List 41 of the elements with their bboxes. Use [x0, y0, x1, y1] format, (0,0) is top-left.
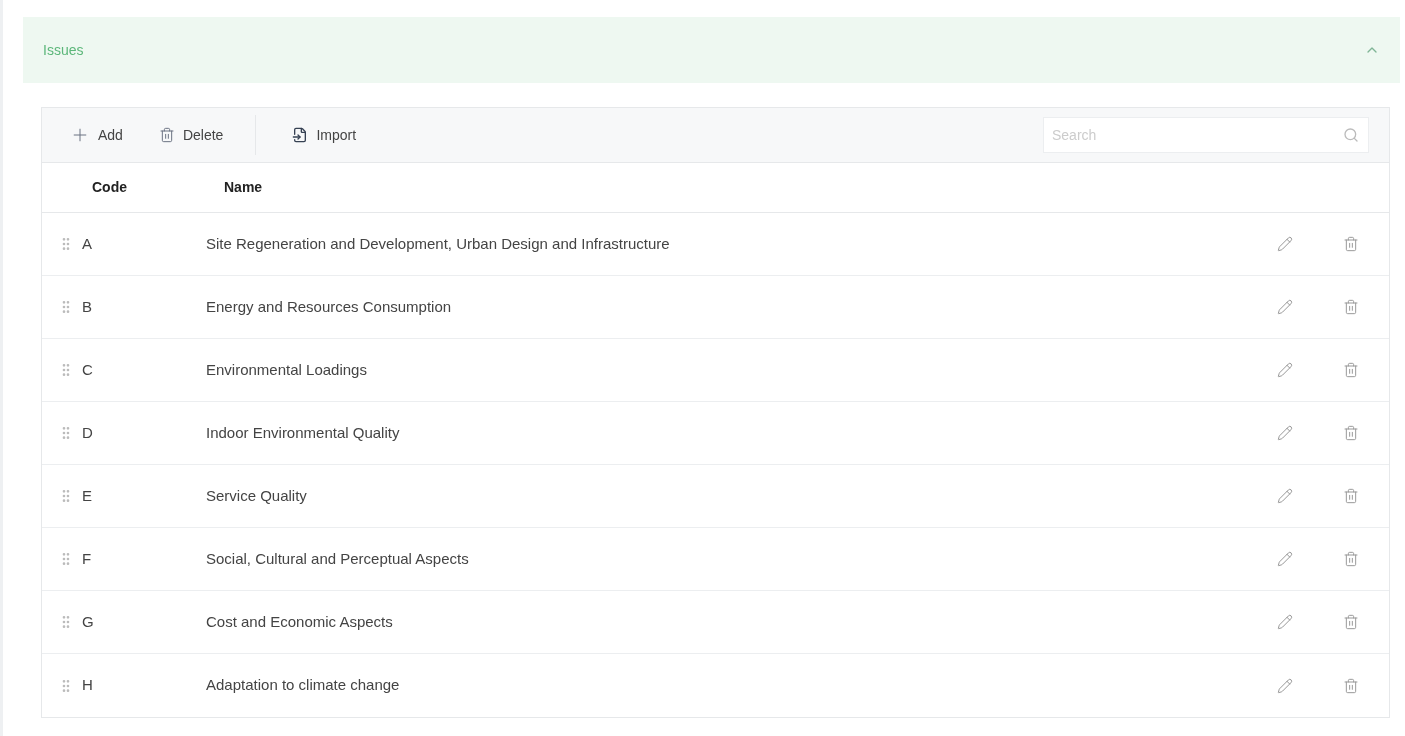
table-cell-text: Service Quality [206, 485, 308, 506]
table-cell-text: C [82, 359, 94, 380]
panel-title: Issues [43, 40, 84, 60]
table-cell-text: F [82, 548, 93, 569]
add-button[interactable]: Add [70, 124, 123, 146]
pencil-icon[interactable] [1277, 362, 1293, 378]
table-cell-text: D [82, 422, 94, 443]
trash-icon[interactable] [1343, 362, 1359, 378]
column-header: Name [224, 178, 263, 197]
table-cell-text: A [82, 233, 93, 254]
trash-icon[interactable] [1343, 551, 1359, 567]
delete-button[interactable]: Delete [158, 115, 257, 155]
table-cell-text: Environmental Loadings [206, 359, 368, 380]
table-cell-text: B [82, 296, 93, 317]
pencil-icon[interactable] [1277, 488, 1293, 504]
pencil-icon[interactable] [1277, 551, 1293, 567]
table-cell-text: Cost and Economic Aspects [206, 611, 394, 632]
trash-icon[interactable] [1343, 677, 1359, 694]
trash-icon[interactable] [1343, 236, 1359, 252]
trash-icon[interactable] [1343, 488, 1359, 504]
pencil-icon[interactable] [1277, 425, 1293, 441]
table-cell-text: Energy and Resources Consumption [206, 296, 453, 317]
table-cell-text: Adaptation to climate change [206, 675, 401, 696]
search-icon[interactable] [1343, 127, 1359, 143]
table-cell-text: Social, Cultural and Perceptual Aspects [206, 548, 470, 569]
trash-icon[interactable] [1343, 614, 1359, 630]
column-header: Code [92, 178, 128, 197]
trash-icon [158, 127, 175, 143]
pencil-icon[interactable] [1277, 614, 1293, 630]
table-cell-text: Indoor Environmental Quality [206, 422, 401, 443]
table-cell-text: G [82, 611, 95, 632]
import-button[interactable]: Import [292, 124, 357, 146]
pencil-icon[interactable] [1277, 677, 1293, 694]
table-cell-text: H [82, 675, 94, 696]
table-cell-text: E [82, 485, 93, 506]
table-cell-text: Site Regeneration and Development, Urban Design and Infrastructure [206, 233, 671, 254]
pencil-icon[interactable] [1277, 236, 1293, 252]
trash-icon[interactable] [1343, 425, 1359, 441]
import-icon [292, 127, 309, 143]
pencil-icon[interactable] [1277, 299, 1293, 315]
trash-icon[interactable] [1343, 299, 1359, 315]
